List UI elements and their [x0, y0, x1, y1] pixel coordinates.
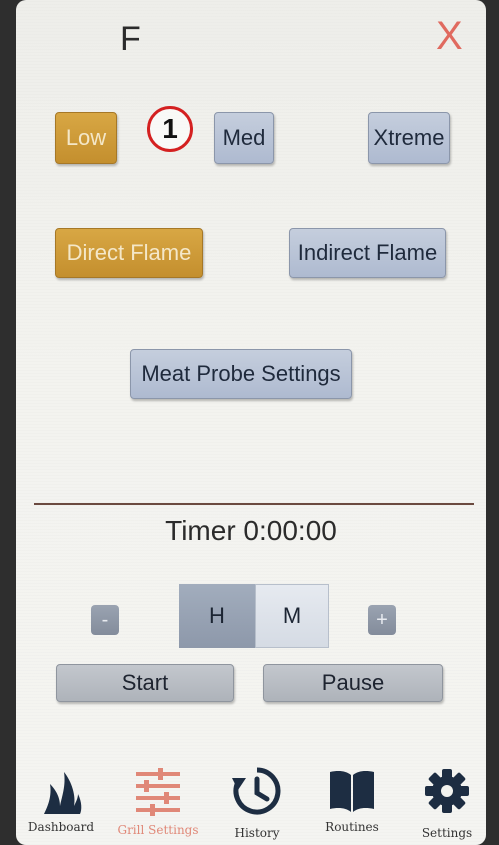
step-number-badge: 1	[147, 106, 193, 152]
nav-item-routines[interactable]: Routines	[307, 760, 397, 845]
nav-label-dashboard: Dashboard	[27, 820, 95, 834]
nav-item-dashboard[interactable]: Dashboard	[16, 760, 106, 845]
plus-icon: +	[376, 608, 388, 631]
section-divider	[34, 503, 474, 505]
timer-start-button[interactable]: Start	[56, 664, 234, 702]
intensity-med-button[interactable]: Med	[214, 112, 274, 164]
minus-icon: -	[101, 608, 109, 631]
meat-probe-settings-button[interactable]: Meat Probe Settings	[130, 349, 352, 399]
grill-settings-screen: F X Low 1 Med Xtreme Direct Flame Indire…	[16, 0, 486, 845]
timer-minutes-toggle[interactable]: M	[255, 584, 329, 648]
nav-item-settings[interactable]: Settings	[402, 760, 492, 845]
timer-decrement-button[interactable]: -	[91, 605, 119, 635]
gear-icon	[402, 766, 492, 816]
nav-label-history: History	[234, 826, 280, 840]
nav-label-settings: Settings	[421, 826, 473, 840]
book-icon	[307, 766, 397, 816]
nav-item-grill-settings[interactable]: Grill Settings	[113, 760, 203, 845]
flame-icon	[16, 766, 106, 816]
timer-hours-toggle[interactable]: H	[179, 584, 255, 648]
history-icon	[212, 766, 302, 816]
timer-pause-button[interactable]: Pause	[263, 664, 443, 702]
sliders-icon	[113, 766, 203, 816]
nav-item-history[interactable]: History	[212, 760, 302, 845]
direct-flame-button[interactable]: Direct Flame	[55, 228, 203, 278]
close-icon[interactable]: X	[436, 14, 463, 59]
nav-label-grill-settings: Grill Settings	[117, 823, 199, 837]
timer-display: Timer 0:00:00	[165, 515, 337, 546]
intensity-low-button[interactable]: Low	[55, 112, 117, 164]
bottom-navigation: Dashboard Grill Settings History Routine…	[16, 760, 486, 845]
temperature-unit-label: F	[120, 20, 141, 58]
indirect-flame-button[interactable]: Indirect Flame	[289, 228, 446, 278]
timer-increment-button[interactable]: +	[368, 605, 396, 635]
nav-label-routines: Routines	[325, 820, 379, 834]
intensity-xtreme-button[interactable]: Xtreme	[368, 112, 450, 164]
